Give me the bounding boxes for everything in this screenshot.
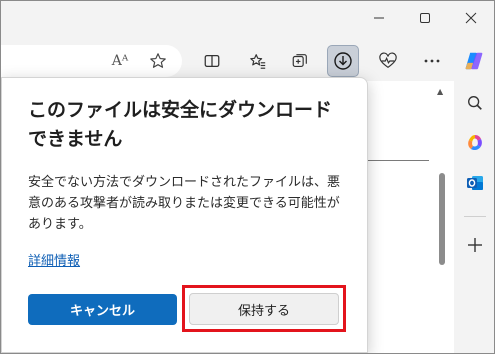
read-aloud-button[interactable]: Aᴬ <box>104 45 136 77</box>
collections-button[interactable] <box>284 45 316 77</box>
search-icon <box>468 96 482 110</box>
browser-essentials-icon <box>379 52 397 69</box>
more-icon <box>424 59 440 63</box>
downloads-icon <box>334 52 352 70</box>
downloads-button[interactable] <box>327 45 359 77</box>
dialog-message: 安全でない方法でダウンロードされたファイルは、悪意のある攻撃者が読み取りまたは変… <box>28 175 341 232</box>
outlook-icon <box>467 176 483 190</box>
close-icon <box>465 12 477 24</box>
scroll-up-arrow-icon[interactable]: ▲ <box>437 87 443 96</box>
copilot-icon <box>465 52 483 70</box>
sidebar-copilot-button[interactable] <box>461 129 489 157</box>
sidebar <box>455 81 494 353</box>
favorites-icon <box>250 54 266 69</box>
split-screen-icon <box>204 54 220 68</box>
scrollbar-thumb[interactable] <box>439 173 445 265</box>
sidebar-add-button[interactable] <box>461 231 489 259</box>
browser-window: Aᴬ ▲ このファイルは安全にダウンロードできません 安全でない方法でダウンロー… <box>0 0 495 354</box>
read-aloud-icon: Aᴬ <box>111 53 129 69</box>
dialog-title: このファイルは安全にダウンロードできません <box>28 99 333 150</box>
download-warning-dialog: このファイルは安全にダウンロードできません 安全でない方法でダウンロードされたフ… <box>1 77 368 353</box>
more-menu-button[interactable] <box>416 45 448 77</box>
sidebar-divider <box>464 216 486 217</box>
maximize-button[interactable] <box>402 1 448 35</box>
maximize-icon <box>420 13 430 23</box>
copilot-button[interactable] <box>458 45 490 77</box>
add-favorite-button[interactable] <box>142 45 174 77</box>
window-controls <box>356 1 494 35</box>
copilot-icon <box>468 135 482 151</box>
add-icon <box>468 238 482 252</box>
split-screen-button[interactable] <box>196 45 228 77</box>
cancel-button[interactable]: キャンセル <box>28 294 177 325</box>
learn-more-link[interactable]: 詳細情報 <box>28 250 80 269</box>
sidebar-outlook-button[interactable] <box>461 169 489 197</box>
browser-toolbar: Aᴬ <box>1 41 494 81</box>
minimize-button[interactable] <box>356 1 402 35</box>
close-button[interactable] <box>448 1 494 35</box>
minimize-icon <box>374 17 384 19</box>
collections-icon <box>292 54 307 67</box>
sidebar-search-button[interactable] <box>461 89 489 117</box>
browser-essentials-button[interactable] <box>372 45 404 77</box>
keep-button[interactable]: 保持する <box>189 293 339 325</box>
favorite-star-icon <box>150 53 166 68</box>
favorites-button[interactable] <box>242 45 274 77</box>
